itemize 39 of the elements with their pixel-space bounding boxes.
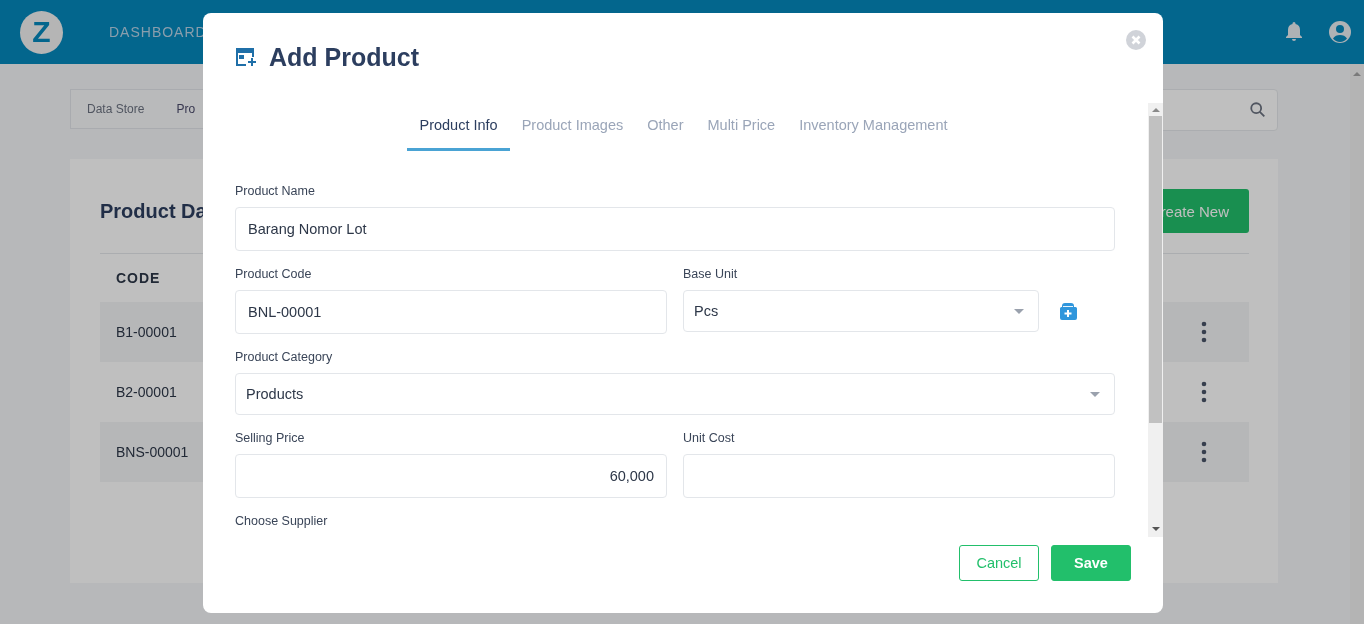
logo[interactable]: Z <box>20 10 63 54</box>
add-icon[interactable] <box>1059 302 1077 320</box>
scrollbar[interactable] <box>1148 103 1163 537</box>
search-icon <box>1249 101 1267 119</box>
table-cell: BNS-00001 <box>116 444 189 460</box>
tab[interactable]: Multi Price <box>695 103 788 151</box>
field-label: Choose Supplier <box>235 514 329 530</box>
input-field[interactable] <box>683 454 1115 498</box>
input-field[interactable]: BNL-00001 <box>235 290 667 334</box>
table-cell: B2-00001 <box>116 384 177 400</box>
field-label: Product Code <box>235 267 313 283</box>
more-icon[interactable] <box>1201 381 1207 403</box>
breadcrumb-link[interactable]: Data Store <box>71 102 161 116</box>
column-header: CODE <box>116 270 161 286</box>
more-icon[interactable] <box>1201 441 1207 463</box>
tab[interactable]: Product Info <box>407 103 510 151</box>
dialog-title: Add Product <box>269 42 419 72</box>
caret-icon <box>1090 391 1100 397</box>
dropdown[interactable]: Products <box>235 373 1115 415</box>
calendar-plus-icon <box>235 47 257 67</box>
caret-icon <box>1014 308 1024 314</box>
tab[interactable]: Product Images <box>509 103 636 151</box>
cancel-button[interactable]: Cancel <box>959 545 1039 581</box>
field-label: Product Category <box>235 350 334 366</box>
field-label: Selling Price <box>235 431 306 447</box>
dropdown[interactable]: Pcs <box>683 290 1039 332</box>
input-field[interactable]: Barang Nomor Lot <box>235 207 1115 251</box>
more-icon[interactable] <box>1201 321 1207 343</box>
field-label: Unit Cost <box>683 431 736 447</box>
field-label: Product Name <box>235 184 316 200</box>
input-field[interactable]: 60,000 <box>235 454 667 498</box>
save-button[interactable]: Save <box>1051 545 1131 581</box>
field-label: Base Unit <box>683 267 739 283</box>
scrollbar[interactable] <box>1350 64 1364 624</box>
tab[interactable]: Inventory Management <box>787 103 960 151</box>
nav-link[interactable]: DASHBOARD <box>109 24 207 40</box>
table-cell: B1-00001 <box>116 324 177 340</box>
user-icon[interactable] <box>1328 20 1352 44</box>
tab[interactable]: Other <box>635 103 696 151</box>
